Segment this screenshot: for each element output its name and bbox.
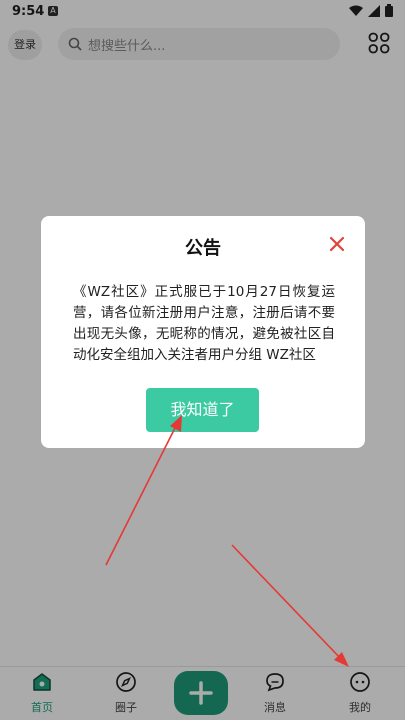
close-icon[interactable] bbox=[329, 236, 345, 252]
dialog-body: 《WZ社区》正式服已于10月27日恢复运营，请各位新注册用户注意，注册后请不要出… bbox=[73, 284, 335, 363]
confirm-button[interactable]: 我知道了 bbox=[146, 388, 259, 432]
announcement-dialog: 公告 《WZ社区》正式服已于10月27日恢复运营，请各位新注册用户注意，注册后请… bbox=[41, 216, 365, 448]
dialog-title: 公告 bbox=[185, 238, 221, 259]
